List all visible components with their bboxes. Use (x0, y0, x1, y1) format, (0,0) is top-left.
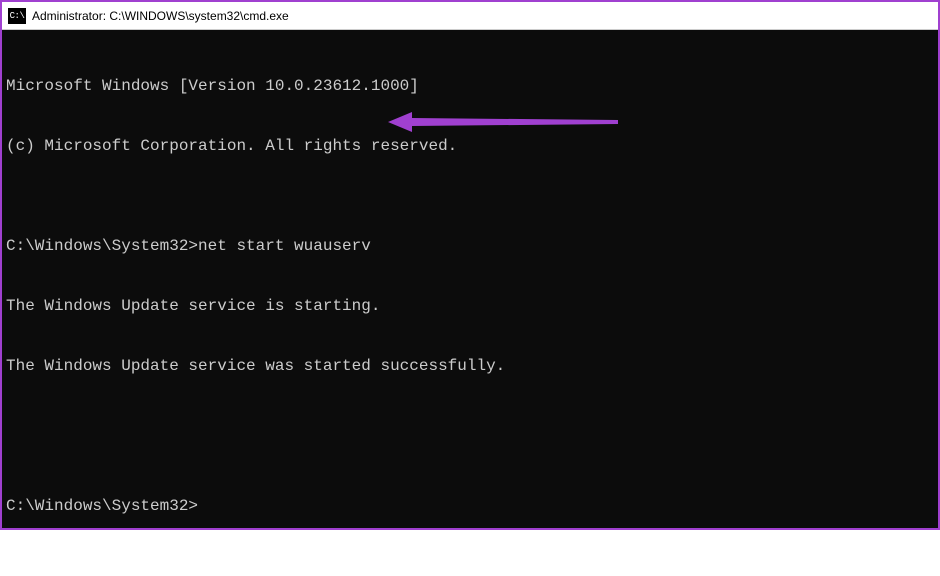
terminal-line: The Windows Update service was started s… (6, 356, 934, 376)
terminal-line: The Windows Update service is starting. (6, 296, 934, 316)
window-titlebar[interactable]: C:\ Administrator: C:\WINDOWS\system32\c… (2, 2, 938, 30)
cmd-icon: C:\ (8, 8, 26, 24)
terminal-line: C:\Windows\System32>net start wuauserv (6, 236, 934, 256)
terminal-line: Microsoft Windows [Version 10.0.23612.10… (6, 76, 934, 96)
window-title: Administrator: C:\WINDOWS\system32\cmd.e… (32, 9, 289, 23)
terminal-line: C:\Windows\System32> (6, 496, 934, 516)
terminal-line: (c) Microsoft Corporation. All rights re… (6, 136, 934, 156)
terminal-area[interactable]: Microsoft Windows [Version 10.0.23612.10… (2, 30, 938, 528)
